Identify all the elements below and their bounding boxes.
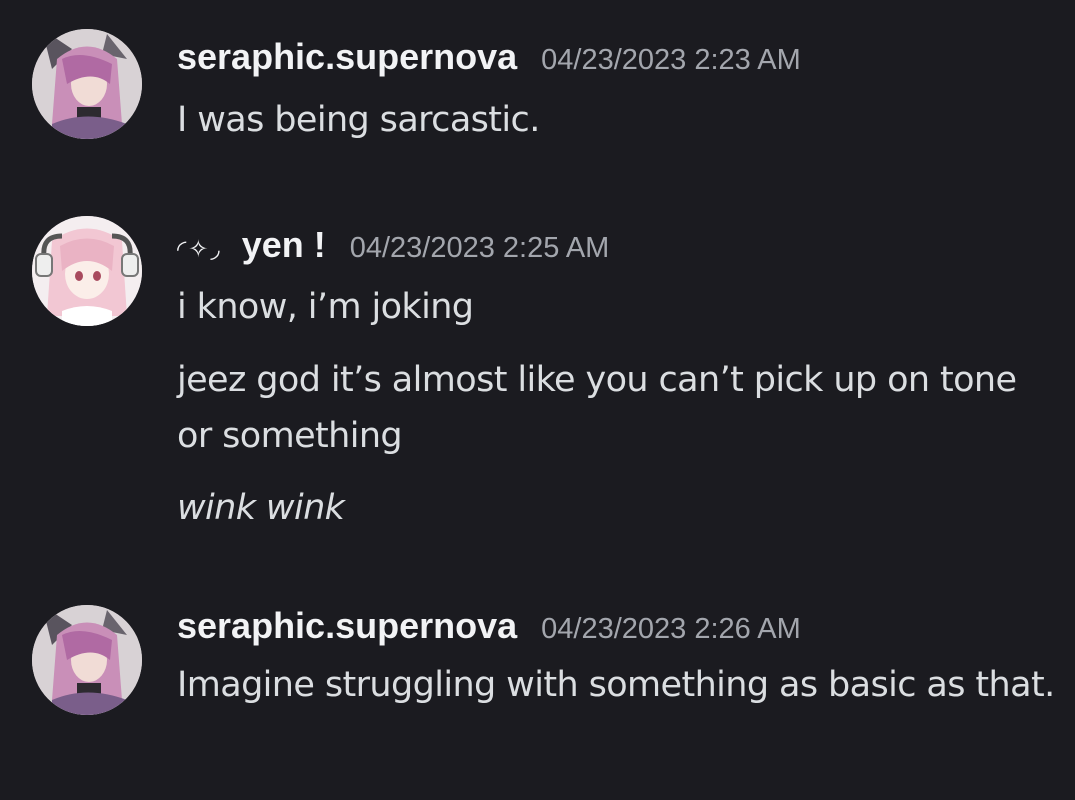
username[interactable]: seraphic.supernova xyxy=(177,36,517,78)
message-header: ◜✧◞ yen ! 04/23/2023 2:25 AM xyxy=(177,224,610,266)
message-text: i know, i’m joking xyxy=(177,287,474,327)
username[interactable]: seraphic.supernova xyxy=(177,605,517,647)
message-text: wink wink xyxy=(177,488,345,528)
timestamp[interactable]: 04/23/2023 2:23 AM xyxy=(541,44,801,77)
message-header: seraphic.supernova 04/23/2023 2:26 AM xyxy=(177,605,801,647)
message-text: jeez god it’s almost like you can’t pick… xyxy=(177,360,1017,456)
username-decoration: ◜✧◞ xyxy=(177,235,222,263)
avatar[interactable] xyxy=(32,29,142,139)
avatar[interactable] xyxy=(32,605,142,715)
message-header: seraphic.supernova 04/23/2023 2:23 AM xyxy=(177,36,801,78)
message-text: I was being sarcastic. xyxy=(177,100,540,140)
timestamp[interactable]: 04/23/2023 2:25 AM xyxy=(350,232,610,265)
message-text: Imagine struggling with something as bas… xyxy=(177,665,1055,705)
timestamp[interactable]: 04/23/2023 2:26 AM xyxy=(541,613,801,646)
avatar[interactable] xyxy=(32,216,142,326)
username[interactable]: yen ! xyxy=(242,224,326,266)
